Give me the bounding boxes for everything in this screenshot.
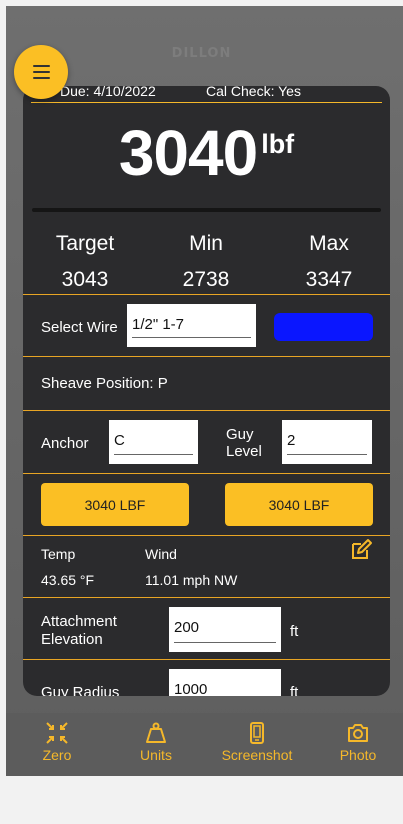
wire-select-field[interactable]: 1/2" 1-7: [127, 304, 256, 347]
select-wire-label: Select Wire: [41, 319, 118, 336]
target-label: Target: [55, 232, 115, 255]
max-column: Max 3347: [279, 232, 379, 292]
menu-icon-bar: [32, 65, 50, 67]
reading-value: 3040: [118, 117, 258, 189]
tension-reading: 3040 lbf: [23, 116, 390, 190]
anchor-field[interactable]: C: [109, 420, 198, 464]
tension-button-left[interactable]: 3040 LBF: [41, 483, 189, 526]
guy-radius-label: Guy Radius: [41, 684, 120, 696]
attachment-elevation-label: Attachment Elevation: [41, 613, 117, 649]
max-value: 3347: [305, 268, 353, 291]
min-column: Min 2738: [156, 232, 256, 292]
max-label: Max: [309, 232, 349, 255]
attachment-unit: ft: [290, 623, 299, 640]
wind-label: Wind: [145, 546, 177, 562]
nav-screenshot[interactable]: Screenshot: [212, 713, 302, 776]
limits-row: Target 3043 Min 2738 Max 3347: [23, 232, 390, 292]
sheave-position: Sheave Position: P: [41, 375, 168, 392]
nav-zero[interactable]: Zero: [12, 713, 102, 776]
target-column: Target 3043: [35, 232, 135, 292]
field-underline: [287, 454, 367, 455]
divider: [23, 294, 390, 295]
edit-icon[interactable]: [349, 538, 373, 562]
attachment-label-line1: Attachment: [41, 613, 117, 630]
target-value: 3043: [61, 268, 109, 291]
min-label: Min: [189, 232, 223, 255]
guy-radius-value: 1000: [174, 681, 208, 696]
nav-units-label: Units: [140, 747, 172, 763]
guy-level-value: 2: [287, 432, 296, 449]
wind-value: 11.01 mph NW: [145, 572, 238, 588]
wire-color-swatch: [274, 313, 373, 341]
nav-photo[interactable]: Photo: [313, 713, 403, 776]
divider: [23, 659, 390, 660]
anchor-value: C: [114, 432, 125, 449]
zero-icon: [46, 722, 68, 744]
reading-unit: lbf: [261, 129, 295, 159]
wire-value: 1/2" 1-7: [132, 316, 185, 333]
menu-button[interactable]: [14, 45, 68, 99]
divider: [31, 102, 382, 103]
phone-icon: [250, 722, 264, 744]
temp-label: Temp: [41, 546, 76, 562]
nav-zero-label: Zero: [42, 747, 72, 763]
bottom-nav: Zero Units Screenshot Photo: [6, 713, 403, 776]
reading-divider: [32, 208, 381, 212]
min-value: 2738: [182, 268, 230, 291]
menu-icon-bar: [32, 77, 50, 79]
nav-screenshot-label: Screenshot: [221, 747, 293, 763]
anchor-label: Anchor: [41, 435, 89, 452]
due-row: Due: 4/10/2022 Cal Check: Yes: [23, 86, 390, 102]
attachment-elevation-field[interactable]: 200: [169, 607, 281, 652]
tension-button-right[interactable]: 3040 LBF: [225, 483, 373, 526]
temp-value: 43.65 °F: [41, 572, 95, 588]
guy-level-label-line1: Guy: [226, 426, 254, 443]
guy-level-label-line2: Level: [226, 443, 262, 460]
divider: [23, 597, 390, 598]
camera-icon: [348, 724, 368, 742]
field-underline: [174, 642, 276, 643]
field-underline: [132, 337, 251, 338]
menu-icon-bar: [32, 71, 50, 73]
attachment-label-line2: Elevation: [41, 631, 103, 648]
guy-level-label: Guy Level: [226, 426, 262, 460]
guy-radius-field[interactable]: 1000: [169, 669, 281, 696]
weight-icon: [146, 722, 166, 743]
field-underline: [114, 454, 193, 455]
divider: [23, 535, 390, 536]
nav-units[interactable]: Units: [111, 713, 201, 776]
guy-level-field[interactable]: 2: [282, 420, 372, 464]
due-date: Due: 4/10/2022: [60, 86, 156, 99]
attachment-elevation-value: 200: [174, 619, 200, 636]
guy-radius-unit: ft: [290, 684, 299, 696]
divider: [23, 410, 390, 411]
measurement-card: Due: 4/10/2022 Cal Check: Yes 3040 lbf Ta…: [23, 86, 390, 696]
cal-check: Cal Check: Yes: [206, 86, 301, 99]
divider: [23, 473, 390, 474]
divider: [23, 356, 390, 357]
nav-photo-label: Photo: [339, 747, 377, 763]
